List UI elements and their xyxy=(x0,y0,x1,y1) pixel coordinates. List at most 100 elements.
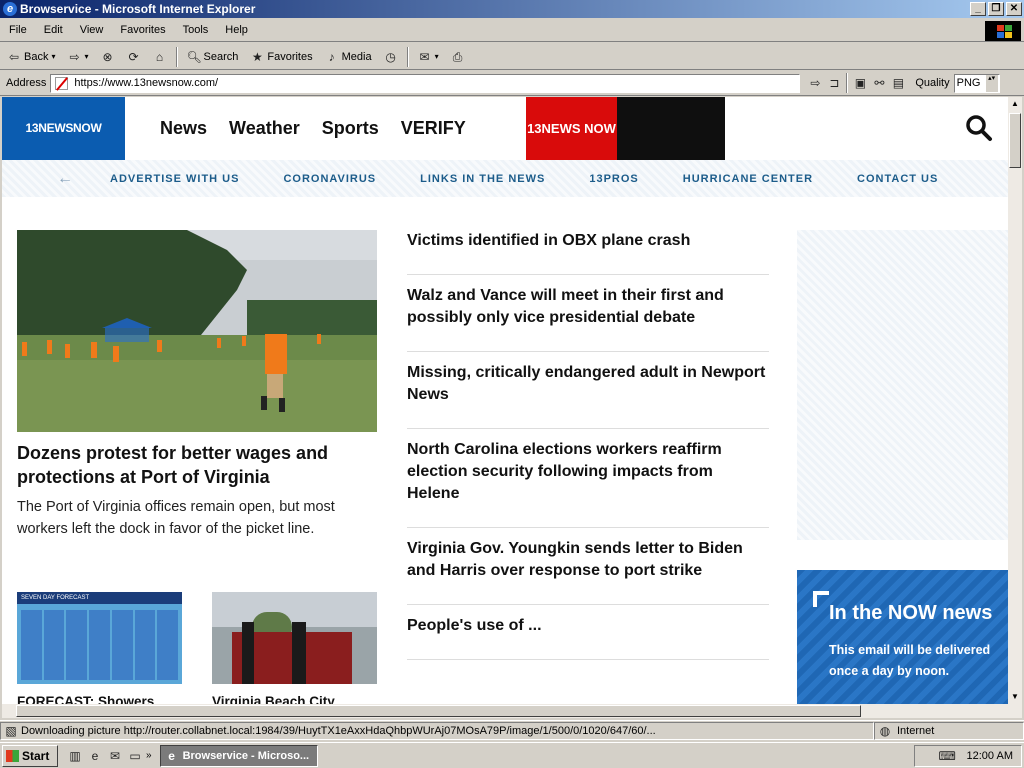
restore-button[interactable]: ❐ xyxy=(988,2,1004,16)
task-browservice[interactable]: e Browservice - Microso... xyxy=(159,744,318,767)
subnav-coronavirus[interactable]: CORONAVIRUS xyxy=(283,173,376,185)
quality-select[interactable]: PNG xyxy=(953,73,1000,93)
ie-launch-icon[interactable]: e xyxy=(88,749,102,763)
ie-task-icon: e xyxy=(168,748,175,763)
list-item[interactable]: People's use of ... xyxy=(407,605,769,660)
folder-icon[interactable]: ▭ xyxy=(128,749,142,763)
header-ad-slot xyxy=(617,97,725,160)
corner-mark-icon xyxy=(813,591,829,607)
stop-icon: ⊗ xyxy=(102,49,113,64)
horizontal-scrollbar[interactable] xyxy=(2,704,1022,718)
nav-sports[interactable]: Sports xyxy=(322,118,379,139)
menu-favorites[interactable]: Favorites xyxy=(111,20,173,36)
list-item[interactable]: Victims identified in OBX plane crash xyxy=(407,220,769,275)
quality-label: Quality xyxy=(915,77,950,89)
list-item[interactable]: Missing, critically endangered adult in … xyxy=(407,352,769,429)
mail-button[interactable]: ✉ ▾ xyxy=(415,50,442,64)
start-button[interactable]: Start xyxy=(2,744,58,767)
go-arrow-icon[interactable]: ⇨ xyxy=(808,76,822,90)
plus-badge[interactable]: 13NEWS NOW + xyxy=(526,97,617,199)
status-zone-panel: ◍ Internet xyxy=(874,721,1024,740)
scroll-down-icon[interactable]: ▼ xyxy=(1008,690,1022,704)
globe-icon: ◍ xyxy=(879,723,891,738)
media-button[interactable]: ♪ Media xyxy=(322,50,375,64)
scroll-up-icon[interactable]: ▲ xyxy=(1008,97,1022,111)
address-input[interactable]: https://www.13newsnow.com/ xyxy=(50,73,801,93)
menu-help[interactable]: Help xyxy=(216,20,256,36)
left-arrow-icon[interactable]: ← xyxy=(57,170,74,188)
nav-news[interactable]: News xyxy=(160,118,207,139)
home-button[interactable]: ⌂ xyxy=(150,50,170,64)
windows-flag-icon xyxy=(6,749,19,762)
promo-title: In the NOW news xyxy=(829,602,993,624)
ie-icon: e xyxy=(3,2,17,16)
newsletter-promo[interactable]: In the NOW news This email will be deliv… xyxy=(797,570,1008,704)
stop-button[interactable]: ⊗ xyxy=(98,50,118,64)
show-desktop-icon[interactable]: ▥ xyxy=(68,749,82,763)
find-icon[interactable]: ⚯ xyxy=(872,76,886,90)
list-item[interactable]: North Carolina elections workers reaffir… xyxy=(407,429,769,528)
history-button[interactable]: ◷ xyxy=(381,50,401,64)
search-button[interactable]: 🔍︎ Search xyxy=(184,50,242,64)
print-icon: ⎙ xyxy=(452,49,463,64)
news-thumbnail[interactable] xyxy=(212,592,377,684)
print-button[interactable]: ⎙ xyxy=(448,50,468,64)
minimize-button[interactable]: _ xyxy=(970,2,986,16)
subnav-contact[interactable]: CONTACT US xyxy=(857,173,938,185)
toolbar-separator xyxy=(175,46,178,67)
subnav-hurricane[interactable]: HURRICANE CENTER xyxy=(683,173,813,185)
vertical-scroll-thumb[interactable] xyxy=(1009,113,1021,168)
close-button[interactable]: ✕ xyxy=(1006,2,1022,16)
horizontal-scroll-thumb[interactable] xyxy=(16,705,861,717)
status-text-panel: ▧ Downloading picture http://router.coll… xyxy=(0,721,874,740)
refresh-button[interactable]: ⟳ xyxy=(124,50,144,64)
vertical-scrollbar[interactable]: ▲ ▼ xyxy=(1008,97,1022,704)
news-caption[interactable]: Virginia Beach City xyxy=(212,694,377,704)
ad-placeholder xyxy=(797,230,1008,540)
outlook-icon[interactable]: ✉ xyxy=(108,749,122,763)
forward-arrow-icon: ⇨ xyxy=(69,49,80,64)
address-url: https://www.13newsnow.com/ xyxy=(74,77,219,89)
toolbar-separator xyxy=(406,46,409,67)
nav-verify[interactable]: VERIFY xyxy=(401,118,466,139)
network-icon[interactable]: ⌨ xyxy=(939,749,956,763)
nav-weather[interactable]: Weather xyxy=(229,118,300,139)
history-icon: ◷ xyxy=(385,49,396,64)
bookmark-icon[interactable]: ⊐ xyxy=(827,76,841,90)
subnav-links[interactable]: LINKS IN THE NEWS xyxy=(420,173,545,185)
status-bar: ▧ Downloading picture http://router.coll… xyxy=(0,720,1024,740)
search-icon: 🔍︎ xyxy=(186,49,202,64)
search-icon[interactable] xyxy=(965,114,993,142)
address-label: Address xyxy=(6,77,47,89)
subnav-13pros[interactable]: 13PROS xyxy=(589,173,638,185)
title-bar: e Browservice - Microsoft Internet Explo… xyxy=(0,0,1024,18)
menu-view[interactable]: View xyxy=(71,20,112,36)
menu-edit[interactable]: Edit xyxy=(35,20,71,36)
favorites-button[interactable]: ★ Favorites xyxy=(247,50,315,64)
subnav-advertise[interactable]: ADVERTISE WITH US xyxy=(110,173,239,185)
hero-headline[interactable]: Dozens protest for better wages and prot… xyxy=(17,441,377,489)
hero-image[interactable] xyxy=(17,230,377,432)
mail-icon: ✉ xyxy=(419,49,430,64)
story-list: Victims identified in OBX plane crash Wa… xyxy=(407,220,769,660)
forecast-caption[interactable]: FORECAST: Showers xyxy=(17,694,182,704)
menu-file[interactable]: File xyxy=(0,20,35,36)
clock: 12:00 AM xyxy=(966,749,1013,762)
menu-bar: File Edit View Favorites Tools Help xyxy=(0,20,1024,42)
list-item[interactable]: Walz and Vance will meet in their first … xyxy=(407,275,769,352)
window-title: Browservice - Microsoft Internet Explore… xyxy=(20,2,256,16)
status-text: Downloading picture http://router.collab… xyxy=(21,724,656,737)
toolbar-separator xyxy=(846,73,849,93)
site-logo[interactable]: 13NEWSNOW xyxy=(2,97,125,160)
forward-button[interactable]: ⇨ ▾ xyxy=(64,50,91,64)
chevron-icon[interactable]: » xyxy=(146,750,152,761)
page-icon xyxy=(55,76,69,90)
clipboard-icon[interactable]: ▤ xyxy=(891,76,905,90)
page-view-icon[interactable]: ▣ xyxy=(853,76,867,90)
menu-tools[interactable]: Tools xyxy=(174,20,217,36)
forecast-thumbnail[interactable]: SEVEN DAY FORECAST xyxy=(17,592,182,684)
back-button[interactable]: ⇦ Back ▾ xyxy=(4,50,58,64)
refresh-icon: ⟳ xyxy=(128,49,139,64)
list-item[interactable]: Virginia Gov. Youngkin sends letter to B… xyxy=(407,528,769,605)
taskbar: Start ▥ e ✉ ▭ » e Browservice - Microso.… xyxy=(0,742,1024,768)
